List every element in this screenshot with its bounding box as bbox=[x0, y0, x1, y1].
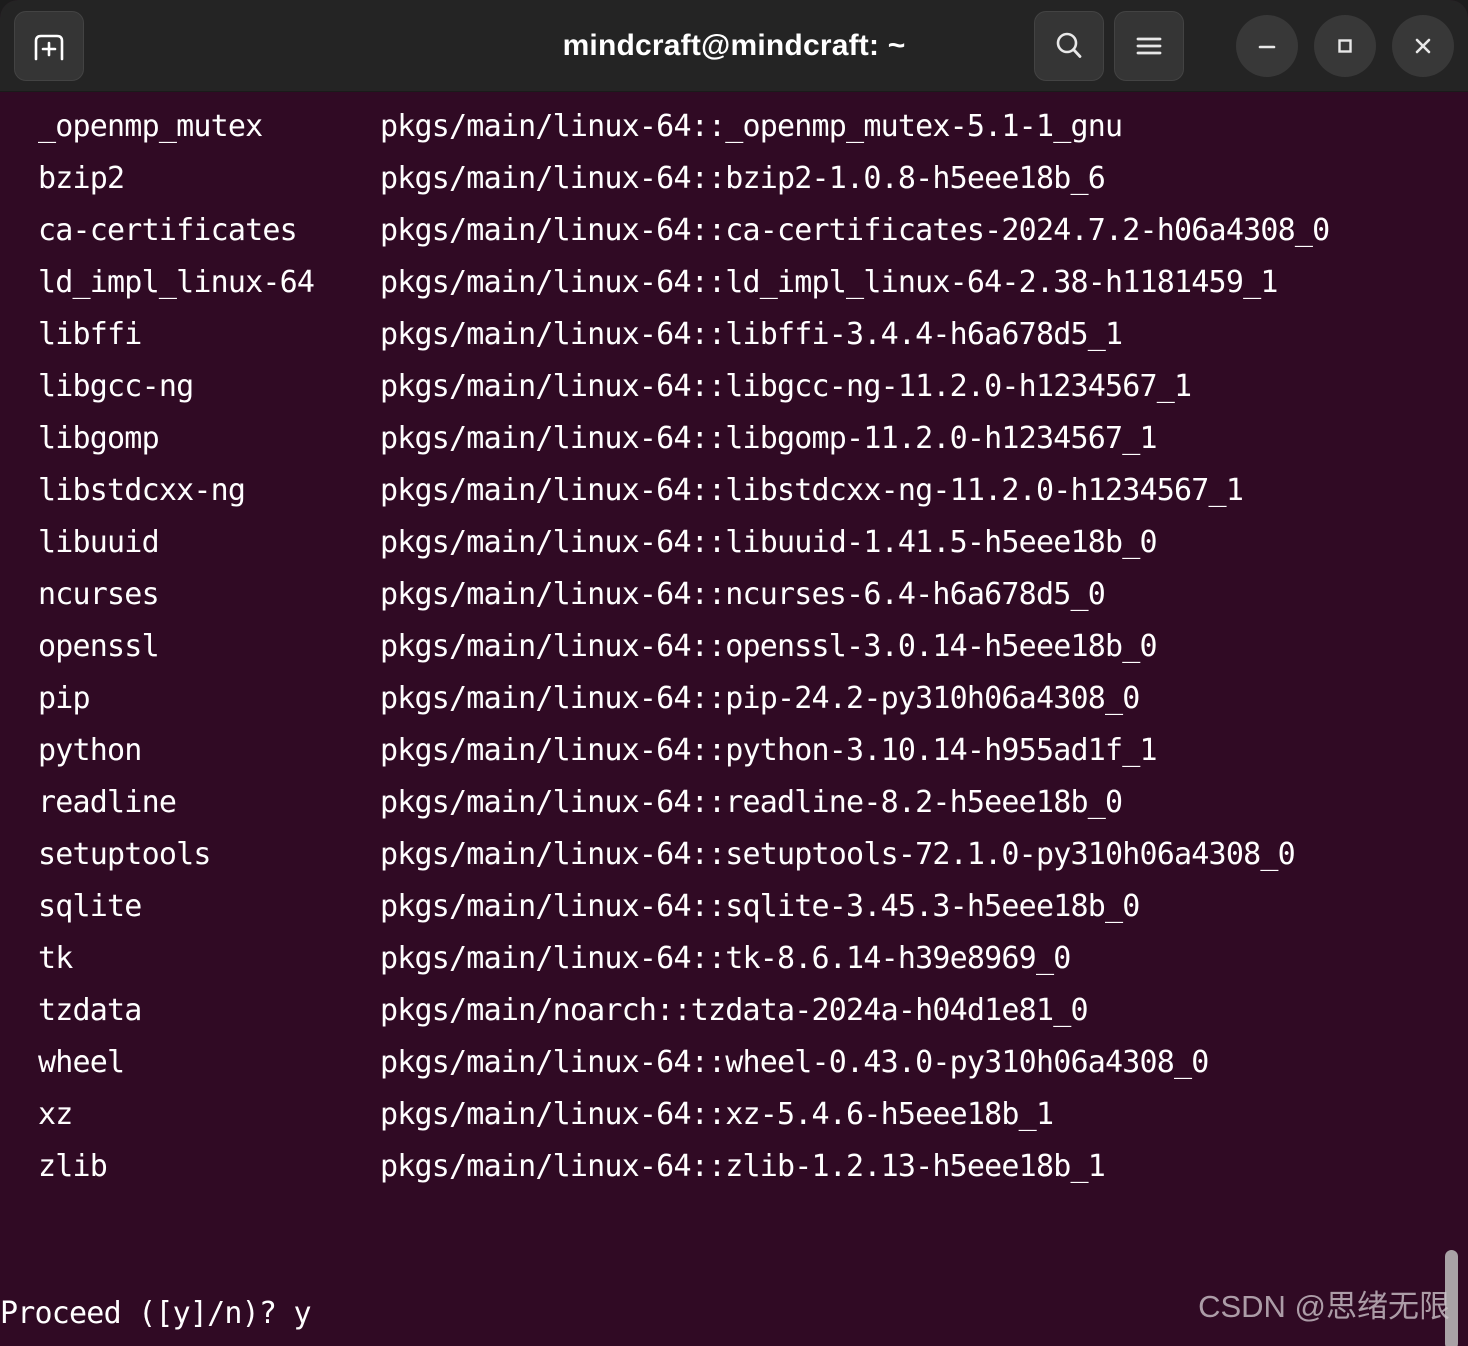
titlebar-right-group bbox=[1034, 10, 1454, 81]
close-icon bbox=[1410, 33, 1436, 59]
package-row: libgomp pkgs/main/linux-64::libgomp-11.2.… bbox=[0, 413, 1468, 465]
new-tab-icon bbox=[31, 29, 67, 63]
package-name: libgomp bbox=[38, 421, 160, 456]
package-spec: pkgs/main/linux-64::libstdcxx-ng-11.2.0-… bbox=[380, 473, 1244, 508]
package-row: tk pkgs/main/linux-64::tk-8.6.14-h39e8969… bbox=[0, 933, 1468, 985]
package-name: libgcc-ng bbox=[38, 369, 194, 404]
package-spec: pkgs/main/linux-64::xz-5.4.6-h5eee18b_1 bbox=[380, 1097, 1054, 1132]
package-spec: pkgs/main/linux-64::readline-8.2-h5eee18… bbox=[380, 785, 1123, 820]
terminal-window: mindcraft@mindcraft: ~ _openmp_mutex pkg… bbox=[0, 0, 1468, 1346]
package-row: wheel pkgs/main/linux-64::wheel-0.43.0-py… bbox=[0, 1037, 1468, 1089]
package-spec: pkgs/main/linux-64::tk-8.6.14-h39e8969_0 bbox=[380, 941, 1071, 976]
package-name: zlib bbox=[38, 1149, 108, 1184]
package-name: wheel bbox=[38, 1045, 125, 1080]
scrollbar-thumb[interactable] bbox=[1445, 1250, 1458, 1346]
package-name: ld_impl_linux-64 bbox=[38, 265, 315, 300]
package-row: zlib pkgs/main/linux-64::zlib-1.2.13-h5ee… bbox=[0, 1141, 1468, 1193]
package-row: setuptools pkgs/main/linux-64::setuptools… bbox=[0, 829, 1468, 881]
package-name: libffi bbox=[38, 317, 142, 352]
package-spec: pkgs/main/linux-64::zlib-1.2.13-h5eee18b… bbox=[380, 1149, 1106, 1184]
package-name: tk bbox=[38, 941, 73, 976]
package-spec: pkgs/main/linux-64::_openmp_mutex-5.1-1_… bbox=[380, 109, 1123, 144]
package-spec: pkgs/main/linux-64::openssl-3.0.14-h5eee… bbox=[380, 629, 1158, 664]
maximize-button[interactable] bbox=[1314, 14, 1376, 77]
package-name: readline bbox=[38, 785, 177, 820]
terminal-output: _openmp_mutex pkgs/main/linux-64::_openmp… bbox=[0, 92, 1468, 1193]
package-spec: pkgs/main/linux-64::python-3.10.14-h955a… bbox=[380, 733, 1158, 768]
titlebar-spacer bbox=[1194, 45, 1220, 46]
package-row: openssl pkgs/main/linux-64::openssl-3.0.1… bbox=[0, 621, 1468, 673]
package-name: sqlite bbox=[38, 889, 142, 924]
package-row: tzdata pkgs/main/noarch::tzdata-2024a-h04… bbox=[0, 985, 1468, 1037]
package-row: ld_impl_linux-64 pkgs/main/linux-64::ld_i… bbox=[0, 257, 1468, 309]
package-name: ca-certificates bbox=[38, 213, 298, 248]
package-row: libgcc-ng pkgs/main/linux-64::libgcc-ng-1… bbox=[0, 361, 1468, 413]
package-row: xz pkgs/main/linux-64::xz-5.4.6-h5eee18b_… bbox=[0, 1089, 1468, 1141]
package-row: pip pkgs/main/linux-64::pip-24.2-py310h06… bbox=[0, 673, 1468, 725]
package-spec: pkgs/main/linux-64::ncurses-6.4-h6a678d5… bbox=[380, 577, 1106, 612]
menu-button[interactable] bbox=[1114, 10, 1184, 81]
package-row: _openmp_mutex pkgs/main/linux-64::_openmp… bbox=[0, 101, 1468, 153]
package-row: python pkgs/main/linux-64::python-3.10.14… bbox=[0, 725, 1468, 777]
package-row: readline pkgs/main/linux-64::readline-8.2… bbox=[0, 777, 1468, 829]
package-name: ncurses bbox=[38, 577, 160, 612]
package-name: openssl bbox=[38, 629, 160, 664]
terminal-prompt-line: Proceed ([y]/n)? y bbox=[0, 1296, 312, 1331]
package-name: _openmp_mutex bbox=[38, 109, 263, 144]
package-name: setuptools bbox=[38, 837, 211, 872]
package-row: libffi pkgs/main/linux-64::libffi-3.4.4-h… bbox=[0, 309, 1468, 361]
package-spec: pkgs/main/linux-64::bzip2-1.0.8-h5eee18b… bbox=[380, 161, 1106, 196]
package-name: xz bbox=[38, 1097, 73, 1132]
close-button[interactable] bbox=[1392, 14, 1454, 77]
search-button[interactable] bbox=[1034, 10, 1104, 81]
titlebar-left-group bbox=[14, 10, 84, 81]
package-name: python bbox=[38, 733, 142, 768]
terminal-scrollbar[interactable] bbox=[1434, 92, 1468, 1346]
title-bar: mindcraft@mindcraft: ~ bbox=[0, 0, 1468, 92]
package-spec: pkgs/main/linux-64::libgomp-11.2.0-h1234… bbox=[380, 421, 1158, 456]
package-spec: pkgs/main/linux-64::pip-24.2-py310h06a43… bbox=[380, 681, 1140, 716]
package-name: libuuid bbox=[38, 525, 160, 560]
package-spec: pkgs/main/linux-64::libgcc-ng-11.2.0-h12… bbox=[380, 369, 1192, 404]
package-spec: pkgs/main/linux-64::ca-certificates-2024… bbox=[380, 213, 1330, 248]
package-spec: pkgs/main/linux-64::ld_impl_linux-64-2.3… bbox=[380, 265, 1278, 300]
terminal-body[interactable]: _openmp_mutex pkgs/main/linux-64::_openmp… bbox=[0, 92, 1468, 1346]
package-spec: pkgs/main/linux-64::wheel-0.43.0-py310h0… bbox=[380, 1045, 1209, 1080]
watermark: CSDN @思绪无限 bbox=[1198, 1289, 1450, 1324]
package-row: ncurses pkgs/main/linux-64::ncurses-6.4-h… bbox=[0, 569, 1468, 621]
package-name: bzip2 bbox=[38, 161, 125, 196]
new-tab-button[interactable] bbox=[14, 10, 84, 81]
minimize-button[interactable] bbox=[1236, 14, 1298, 77]
package-row: ca-certificates pkgs/main/linux-64::ca-ce… bbox=[0, 205, 1468, 257]
maximize-icon bbox=[1332, 33, 1358, 59]
package-spec: pkgs/main/linux-64::sqlite-3.45.3-h5eee1… bbox=[380, 889, 1140, 924]
package-row: sqlite pkgs/main/linux-64::sqlite-3.45.3-… bbox=[0, 881, 1468, 933]
hamburger-menu-icon bbox=[1133, 33, 1165, 59]
package-row: libuuid pkgs/main/linux-64::libuuid-1.41.… bbox=[0, 517, 1468, 569]
package-name: pip bbox=[38, 681, 91, 716]
search-icon bbox=[1052, 29, 1086, 63]
package-spec: pkgs/main/linux-64::libffi-3.4.4-h6a678d… bbox=[380, 317, 1123, 352]
package-name: tzdata bbox=[38, 993, 142, 1028]
package-name: libstdcxx-ng bbox=[38, 473, 246, 508]
minimize-icon bbox=[1254, 33, 1280, 59]
package-spec: pkgs/main/noarch::tzdata-2024a-h04d1e81_… bbox=[380, 993, 1089, 1028]
package-spec: pkgs/main/linux-64::setuptools-72.1.0-py… bbox=[380, 837, 1296, 872]
package-spec: pkgs/main/linux-64::libuuid-1.41.5-h5eee… bbox=[380, 525, 1158, 560]
package-row: libstdcxx-ng pkgs/main/linux-64::libstdcx… bbox=[0, 465, 1468, 517]
package-row: bzip2 pkgs/main/linux-64::bzip2-1.0.8-h5e… bbox=[0, 153, 1468, 205]
